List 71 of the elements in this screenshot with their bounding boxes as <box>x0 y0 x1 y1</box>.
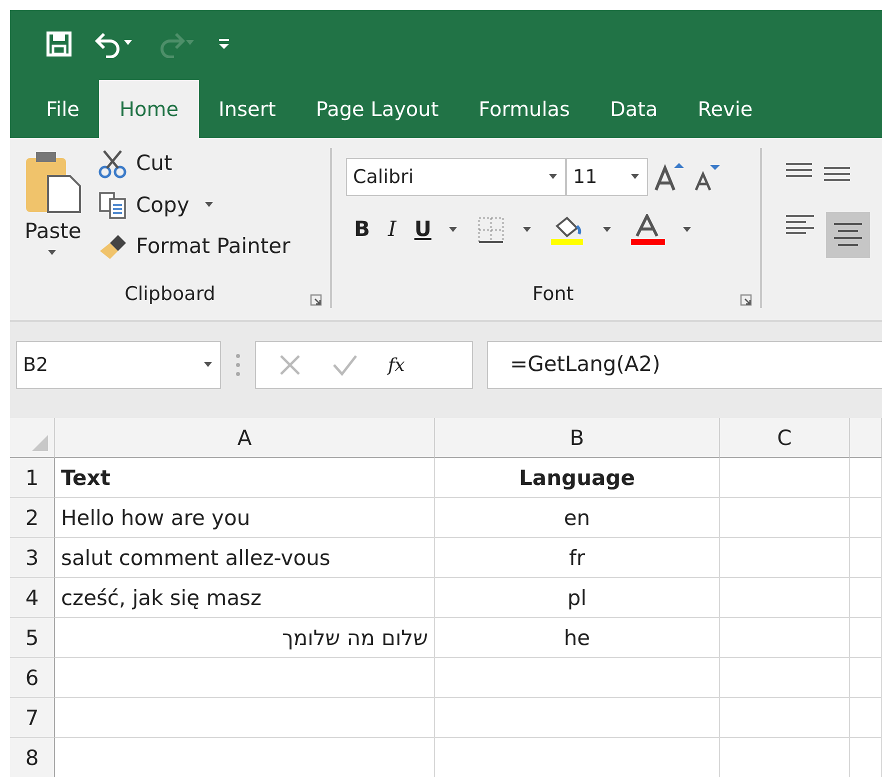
insert-function-button[interactable]: fx <box>388 352 405 378</box>
caret-icon[interactable] <box>523 227 534 233</box>
empty-cell <box>850 578 882 618</box>
empty-cell <box>850 698 882 738</box>
ribbon-tab[interactable]: Home <box>99 80 199 138</box>
name-box[interactable]: B2 <box>16 341 221 389</box>
row-header[interactable]: 7 <box>10 698 55 738</box>
dialog-launcher-icon[interactable] <box>310 294 322 306</box>
column-header[interactable]: B <box>435 418 720 458</box>
ribbon-tab[interactable]: Formulas <box>458 80 590 138</box>
row-header[interactable]: 8 <box>10 738 55 777</box>
table-cell: pl <box>435 578 720 618</box>
row-header[interactable]: 5 <box>10 618 55 658</box>
table-cell: salut comment allez-vous <box>55 538 435 578</box>
row-header[interactable]: 1 <box>10 458 55 498</box>
caret-icon[interactable] <box>683 227 694 233</box>
caret-icon <box>48 250 58 256</box>
ribbon-tab[interactable]: File <box>26 80 100 138</box>
row-header[interactable]: 6 <box>10 658 55 698</box>
paste-button[interactable]: Paste <box>24 148 82 262</box>
table-cell: he <box>435 618 720 658</box>
empty-cell <box>850 538 882 578</box>
caret-icon[interactable] <box>631 174 641 180</box>
column-header[interactable]: C <box>720 418 850 458</box>
caret-icon[interactable] <box>549 174 559 180</box>
table-cell: Text <box>55 458 435 498</box>
fill-color-icon[interactable] <box>551 214 586 246</box>
group-label: Font <box>532 282 574 304</box>
underline-button[interactable]: U <box>414 214 432 246</box>
empty-cell <box>850 618 882 658</box>
caret-icon[interactable] <box>205 202 216 208</box>
copy-icon <box>98 190 128 220</box>
caret-icon[interactable] <box>603 227 614 233</box>
table-cell: en <box>435 498 720 538</box>
paintbrush-icon <box>98 232 128 261</box>
ribbon-tab[interactable]: Page Layout <box>296 80 459 138</box>
format-painter-button[interactable]: Format Painter <box>98 231 290 262</box>
column-header[interactable]: A <box>55 418 435 458</box>
table-cell: cześć, jak się masz <box>55 578 435 618</box>
row-header[interactable]: 3 <box>10 538 55 578</box>
align-top-icon[interactable] <box>784 160 814 180</box>
ribbon-tab[interactable]: Insert <box>198 80 296 138</box>
ribbon-tab[interactable]: Data <box>590 80 678 138</box>
customize-icon[interactable] <box>218 38 230 50</box>
font-name-field[interactable]: Calibri <box>346 158 566 196</box>
align-center-icon[interactable] <box>826 212 870 258</box>
undo-icon[interactable] <box>94 30 134 58</box>
empty-cell <box>850 498 882 538</box>
table-cell: שלום מה שלומך <box>55 618 435 658</box>
table-cell: Language <box>435 458 720 498</box>
table-cell: fr <box>435 538 720 578</box>
ribbon-tab[interactable]: Revie <box>678 80 773 138</box>
borders-icon[interactable] <box>477 216 506 244</box>
font-color-icon[interactable] <box>631 214 666 246</box>
save-icon[interactable] <box>46 31 72 57</box>
table-cell: Hello how are you <box>55 498 435 538</box>
bold-button[interactable]: B <box>354 214 370 246</box>
row-header[interactable]: 2 <box>10 498 55 538</box>
italic-button[interactable]: I <box>388 214 396 246</box>
caret-icon[interactable] <box>204 362 214 368</box>
dialog-launcher-icon[interactable] <box>740 294 752 306</box>
row-header[interactable]: 4 <box>10 578 55 618</box>
font-size-field[interactable]: 11 <box>566 158 648 196</box>
copy-button[interactable]: Copy <box>98 190 190 221</box>
caret-icon[interactable] <box>449 227 460 233</box>
scissors-icon <box>98 148 128 179</box>
grip-icon <box>235 353 241 377</box>
cut-button[interactable]: Cut <box>98 148 290 180</box>
formula-field[interactable]: =GetLang(A2) <box>487 341 882 389</box>
empty-cell <box>850 658 882 698</box>
group-label: Clipboard <box>124 282 216 304</box>
